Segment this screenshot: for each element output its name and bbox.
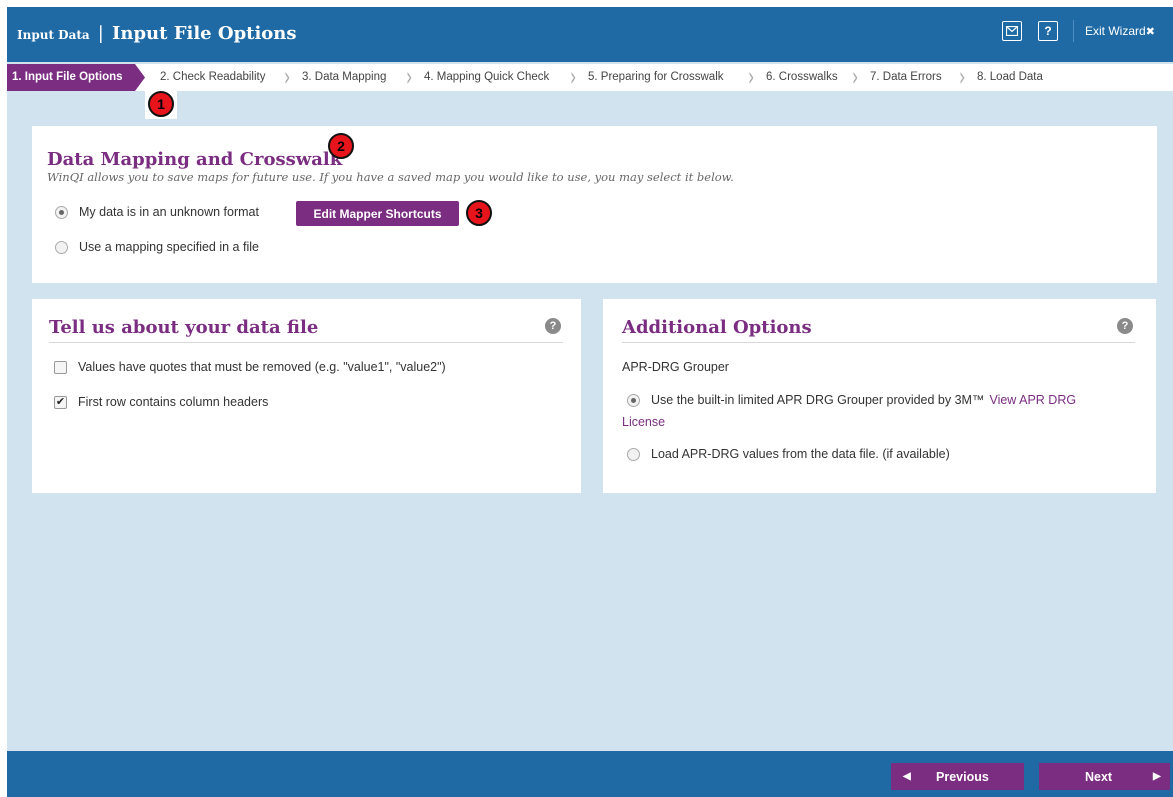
option-builtin-grouper-label: Use the built-in limited APR DRG Grouper… [651,393,985,407]
chevron-right-icon: › [959,61,966,92]
footer-bar: ◀ Previous Next ▶ [7,751,1173,797]
step-mapping-quick-check[interactable]: 4. Mapping Quick Check [424,71,549,83]
option-remove-quotes[interactable]: Values have quotes that must be removed … [54,360,446,374]
option-column-headers-label: First row contains column headers [78,395,269,409]
arrow-right-icon: ▶ [1153,771,1161,782]
option-remove-quotes-label: Values have quotes that must be removed … [78,360,446,374]
title-separator: | [97,23,104,44]
help-button[interactable]: ? [1038,21,1058,41]
option-unknown-format-label: My data is in an unknown format [79,205,259,219]
data-mapping-subtitle: WinQI allows you to save maps for future… [47,170,734,184]
edit-mapper-shortcuts-button[interactable]: Edit Mapper Shortcuts [296,201,459,226]
feedback-mail-button[interactable] [1002,21,1022,41]
data-file-title: Tell us about your data file [49,317,319,338]
wizard-window: Input Data | Input File Options ? Exit W… [7,7,1173,797]
chevron-right-icon: › [748,61,755,92]
radio-load-from-file[interactable] [627,447,640,461]
step-input-file-options[interactable]: 1. Input File Options [7,64,145,91]
help-icon[interactable]: ? [1117,318,1133,334]
additional-options-panel: Additional Options ? APR-DRG Grouper Use… [603,299,1156,493]
help-icon[interactable]: ? [545,318,561,334]
callout-badge-1: 1 [148,91,174,117]
option-builtin-grouper[interactable]: Use the built-in limited APR DRG Grouper… [627,393,1076,407]
next-label: Next [1085,769,1113,784]
grouper-label: APR-DRG Grouper [622,360,729,374]
chevron-right-icon: › [284,61,291,92]
header-bar: Input Data | Input File Options ? Exit W… [7,7,1173,62]
option-load-from-file-label: Load APR-DRG values from the data file. … [651,447,950,461]
chevron-right-icon: › [852,61,859,92]
option-mapping-file[interactable]: Use a mapping specified in a file [55,240,259,254]
arrow-left-icon: ◀ [903,771,911,782]
view-license-link[interactable]: View APR DRG [989,393,1076,407]
checkbox-column-headers[interactable]: ✔ [54,395,67,409]
radio-builtin-grouper[interactable] [627,393,640,407]
wizard-title: Input File Options [111,23,297,44]
radio-mapping-file[interactable] [55,240,68,254]
step-check-readability[interactable]: 2. Check Readability [160,71,265,83]
wizard-steps: 1. Input File Options 2. Check Readabili… [7,61,1173,92]
header-divider [1073,20,1074,42]
close-icon: ✖ [1145,26,1155,38]
exit-wizard-label: Exit Wizard [1085,24,1146,38]
data-file-panel: Tell us about your data file ? Values ha… [32,299,581,493]
title-divider [622,342,1135,343]
data-mapping-panel: Data Mapping and Crosswalk 2 WinQI allow… [32,126,1157,283]
additional-options-title: Additional Options [622,317,812,338]
step-data-mapping[interactable]: 3. Data Mapping [302,71,386,83]
step-crosswalks[interactable]: 6. Crosswalks [766,71,838,83]
exit-wizard-button[interactable]: Exit Wizard✖ [1085,24,1155,38]
option-load-from-file[interactable]: Load APR-DRG values from the data file. … [627,447,950,461]
step-load-data[interactable]: 8. Load Data [977,71,1043,83]
envelope-icon [1006,26,1018,36]
view-license-link-continued[interactable]: License [622,415,665,429]
previous-button[interactable]: ◀ Previous [891,763,1024,790]
title-divider [49,342,563,343]
option-mapping-file-label: Use a mapping specified in a file [79,240,259,254]
page-title: Input Data | Input File Options [17,23,297,44]
step-preparing-for-crosswalk[interactable]: 5. Preparing for Crosswalk [588,71,724,83]
callout-badge-3: 3 [466,200,492,226]
radio-unknown-format[interactable] [55,205,68,219]
step-data-errors[interactable]: 7. Data Errors [870,71,942,83]
previous-label: Previous [936,769,989,784]
chevron-right-icon: › [570,61,577,92]
option-unknown-format[interactable]: My data is in an unknown format [55,205,259,219]
data-mapping-title: Data Mapping and Crosswalk [47,149,343,170]
next-button[interactable]: Next ▶ [1039,763,1170,790]
section-title: Input Data [17,28,90,42]
callout-badge-2: 2 [328,133,354,159]
checkbox-remove-quotes[interactable] [54,360,67,374]
chevron-right-icon: › [406,61,413,92]
option-column-headers[interactable]: ✔ First row contains column headers [54,395,268,409]
